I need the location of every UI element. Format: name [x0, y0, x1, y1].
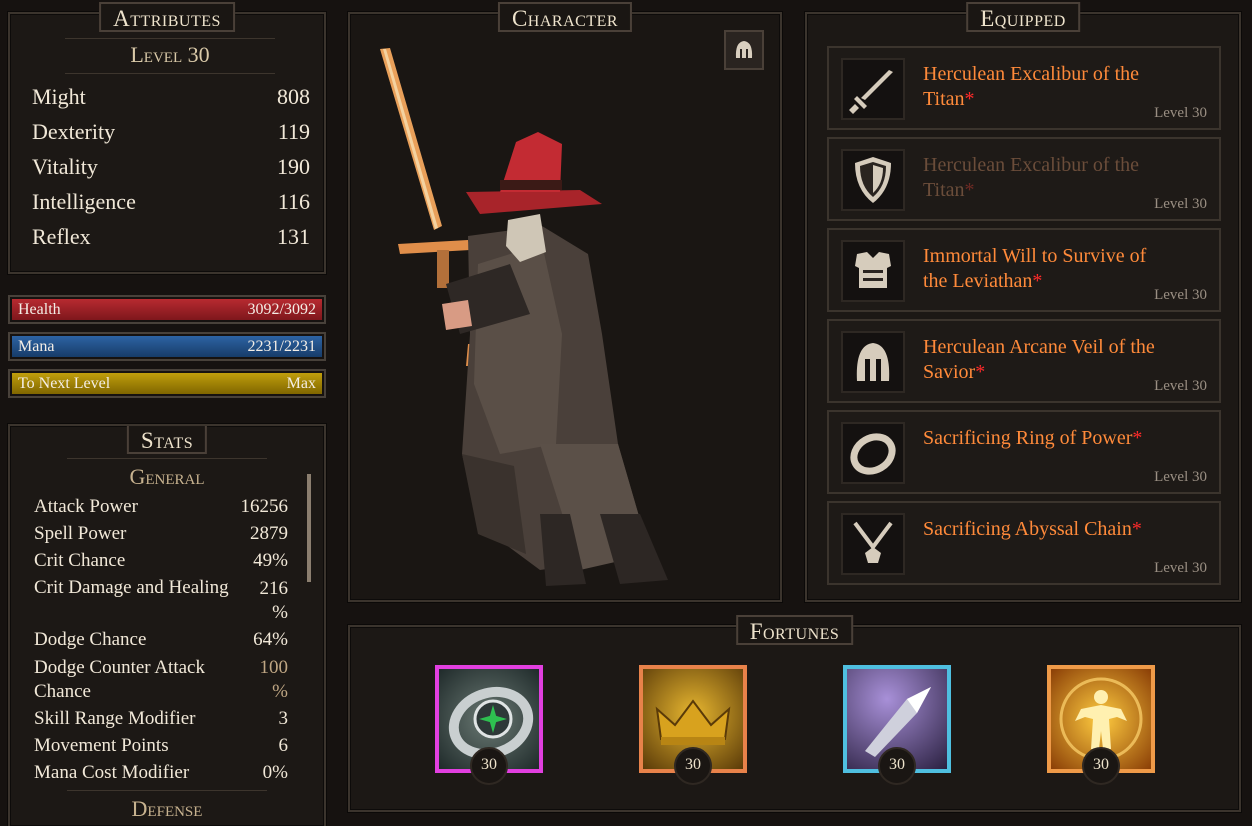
attribute-row-vitality: Vitality 190 — [32, 152, 310, 182]
equipped-panel: Equipped Herculean Excalibur of the Tita… — [805, 2, 1241, 602]
fortunes-panel: Fortunes 30 30 30 30 — [348, 615, 1241, 812]
fortune-level-badge: 30 — [1082, 747, 1120, 785]
item-level: Level 30 — [1154, 469, 1207, 485]
stat-row: Dodge Counter Attack Chance 100 % — [34, 656, 288, 706]
stat-value: 100 % — [259, 657, 289, 702]
stat-label: Attack Power — [34, 496, 138, 517]
attribute-label: Reflex — [32, 224, 91, 249]
health-label: Health — [18, 301, 61, 318]
attribute-row-might: Might 808 — [32, 82, 310, 112]
attribute-value: 131 — [277, 224, 310, 249]
stat-label: Dodge Chance — [34, 629, 147, 650]
mana-value: 2231/2231 — [247, 338, 316, 355]
fortune-slot-1[interactable]: 30 — [435, 665, 543, 785]
character-model — [380, 48, 668, 586]
attributes-panel: Attributes Level 30 Might 808 Dexterity … — [8, 2, 326, 274]
stat-label: Crit Damage and Healing — [34, 577, 229, 598]
ring-icon — [841, 422, 905, 484]
attribute-value: 808 — [277, 84, 310, 109]
stats-title: Stats — [126, 426, 208, 454]
stat-value: 2879 — [250, 523, 288, 544]
fortune-slot-3[interactable]: 30 — [843, 665, 951, 785]
stat-value: 64% — [253, 629, 288, 650]
experience-bar: To Next Level Max — [8, 369, 326, 398]
item-level: Level 30 — [1154, 105, 1207, 121]
level-heading: Level 30 — [65, 38, 275, 74]
fortune-slot-2[interactable]: 30 — [639, 665, 747, 785]
shield-icon — [841, 149, 905, 211]
item-name: Sacrificing Ring of Power* — [923, 427, 1143, 449]
general-heading: General — [67, 458, 267, 491]
mana-bar: Mana 2231/2231 — [8, 332, 326, 361]
stat-value: 3 — [278, 708, 289, 729]
character-panel: Character — [348, 2, 782, 602]
attribute-value: 116 — [277, 189, 310, 214]
stat-value: 49% — [253, 550, 288, 571]
attribute-value: 119 — [277, 119, 310, 144]
stat-row: Crit Damage and Healing 216 % — [34, 577, 288, 627]
equipped-item-helmet[interactable]: Herculean Arcane Veil of the Savior* Lev… — [827, 319, 1221, 403]
stat-label: Crit Chance — [34, 550, 126, 571]
equipped-title: Equipped — [966, 2, 1080, 32]
attributes-title: Attributes — [99, 2, 235, 32]
equipped-item-armor[interactable]: Immortal Will to Survive of the Leviatha… — [827, 228, 1221, 312]
fortunes-title: Fortunes — [735, 615, 854, 645]
item-level: Level 30 — [1154, 196, 1207, 212]
sword-icon — [841, 58, 905, 120]
equipped-item-offhand[interactable]: Herculean Excalibur of the Titan* Level … — [827, 137, 1221, 221]
equipped-item-amulet[interactable]: Sacrificing Abyssal Chain* Level 30 — [827, 501, 1221, 585]
stat-value: 6 — [278, 735, 289, 756]
helmet-icon — [841, 331, 905, 393]
attribute-row-reflex: Reflex 131 — [32, 222, 310, 252]
attribute-value: 190 — [277, 154, 310, 179]
health-value: 3092/3092 — [247, 301, 316, 318]
item-name: Sacrificing Abyssal Chain* — [923, 518, 1142, 540]
attribute-row-intelligence: Intelligence 116 — [32, 187, 310, 217]
health-bar: Health 3092/3092 — [8, 295, 326, 324]
stat-label: Mana Cost Modifier — [34, 762, 190, 783]
stat-value: 216 % — [259, 578, 289, 623]
item-name: Immortal Will to Survive of the Leviatha… — [923, 245, 1147, 292]
fortune-level-badge: 30 — [470, 747, 508, 785]
item-name: Herculean Excalibur of the Titan* — [923, 63, 1140, 110]
armor-icon — [841, 240, 905, 302]
stat-label: Movement Points — [34, 735, 169, 756]
stat-label: Dodge Counter Attack Chance — [34, 657, 205, 702]
stat-label: Spell Power — [34, 523, 127, 544]
stat-value: 0% — [262, 762, 288, 783]
attribute-label: Intelligence — [32, 189, 136, 214]
fortune-level-badge: 30 — [674, 747, 712, 785]
stats-scrollbar[interactable] — [307, 474, 311, 582]
fortune-level-badge: 30 — [878, 747, 916, 785]
equipped-item-weapon[interactable]: Herculean Excalibur of the Titan* Level … — [827, 46, 1221, 130]
equipped-item-ring[interactable]: Sacrificing Ring of Power* Level 30 — [827, 410, 1221, 494]
attribute-label: Dexterity — [32, 119, 116, 144]
stat-label: Skill Range Modifier — [34, 708, 196, 729]
experience-label: To Next Level — [18, 375, 111, 392]
item-name: Herculean Excalibur of the Titan* — [923, 154, 1140, 201]
item-level: Level 30 — [1154, 378, 1207, 394]
item-name: Herculean Arcane Veil of the Savior* — [923, 336, 1155, 383]
experience-value: Max — [286, 375, 316, 392]
mana-label: Mana — [18, 338, 55, 355]
attribute-row-dexterity: Dexterity 119 — [32, 117, 310, 147]
stats-panel[interactable]: Stats General Attack Power 16256 Spell P… — [8, 424, 326, 826]
attribute-label: Vitality — [32, 154, 98, 179]
fortune-slot-4[interactable]: 30 — [1047, 665, 1155, 785]
stat-value: 16256 — [240, 496, 289, 517]
attribute-label: Might — [32, 84, 86, 109]
item-level: Level 30 — [1154, 287, 1207, 303]
amulet-icon — [841, 513, 905, 575]
defense-heading: Defense — [67, 790, 267, 823]
item-level: Level 30 — [1154, 560, 1207, 576]
